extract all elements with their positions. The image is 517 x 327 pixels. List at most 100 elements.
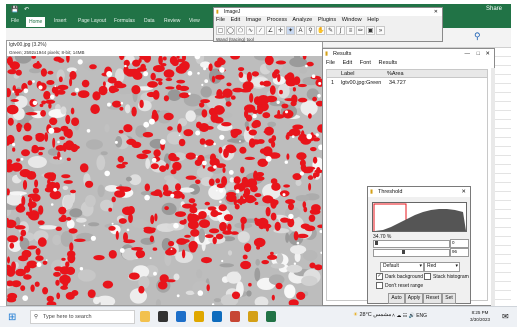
results-menu-results[interactable]: Results bbox=[379, 60, 398, 66]
threshold-overlay-blob bbox=[178, 92, 190, 99]
undo-icon[interactable]: ↶ bbox=[24, 6, 29, 13]
threshold-overlay-blob bbox=[233, 198, 237, 206]
minimize-icon[interactable]: — bbox=[465, 49, 471, 59]
menu-edit[interactable]: Edit bbox=[231, 17, 241, 23]
table-row[interactable]: 1 lgtv00.jpg:Green 34.727 bbox=[327, 79, 487, 87]
point-tool-icon[interactable]: ✛ bbox=[276, 26, 285, 35]
min-slider-thumb[interactable] bbox=[375, 241, 378, 245]
col-area[interactable]: %Area bbox=[387, 70, 404, 78]
tab-home[interactable]: Home bbox=[26, 17, 46, 27]
language-indicator[interactable]: ENG bbox=[416, 313, 427, 319]
threshold-overlay-blob bbox=[122, 161, 128, 165]
excel-taskbar-icon[interactable] bbox=[266, 311, 276, 322]
stack-histogram-checkbox[interactable]: Stack histogram bbox=[424, 273, 469, 281]
rectangle-tool-icon[interactable]: ▢ bbox=[216, 26, 225, 35]
search-icon[interactable]: ⚲ bbox=[474, 31, 481, 42]
menu-process[interactable]: Process bbox=[267, 17, 287, 23]
max-slider-thumb[interactable] bbox=[402, 250, 405, 254]
hand-tool-icon[interactable]: ✋ bbox=[316, 26, 325, 35]
dont-reset-checkbox[interactable]: Don't reset range bbox=[376, 282, 423, 290]
angle-tool-icon[interactable]: ∠ bbox=[266, 26, 275, 35]
results-menu-font[interactable]: Font bbox=[360, 60, 371, 66]
volume-icon[interactable]: 🔊 bbox=[409, 313, 415, 319]
file-explorer-icon[interactable] bbox=[194, 311, 204, 322]
taskbar-search[interactable]: ⚲ Type here to search bbox=[30, 310, 135, 324]
edge-icon[interactable] bbox=[176, 311, 186, 322]
line-tool-icon[interactable]: ∕ bbox=[256, 26, 265, 35]
cloud-icon[interactable]: ☁ bbox=[396, 313, 401, 319]
menu-window[interactable]: Window bbox=[342, 17, 362, 23]
tab-formulas[interactable]: Formulas bbox=[114, 18, 135, 24]
office-icon[interactable] bbox=[230, 311, 240, 322]
brush-tool-icon[interactable]: ✏ bbox=[356, 26, 365, 35]
threshold-overlay-blob bbox=[239, 146, 247, 154]
tab-insert[interactable]: Insert bbox=[54, 18, 67, 24]
menu-help[interactable]: Help bbox=[367, 17, 379, 23]
more-tools-icon[interactable]: » bbox=[376, 26, 385, 35]
maximize-icon[interactable]: □ bbox=[477, 49, 480, 59]
mango-app-icon[interactable] bbox=[140, 311, 150, 322]
save-icon[interactable]: 💾 bbox=[11, 6, 18, 13]
network-icon[interactable]: ☷ bbox=[403, 313, 407, 319]
mode-select[interactable]: Red ▾ bbox=[424, 262, 460, 272]
text-tool-icon[interactable]: A bbox=[296, 26, 305, 35]
close-icon[interactable]: ✕ bbox=[485, 49, 490, 59]
auto-button[interactable]: Auto bbox=[388, 293, 405, 304]
oval-tool-icon[interactable]: ◯ bbox=[226, 26, 235, 35]
thresholded-image[interactable] bbox=[7, 56, 322, 305]
checkbox-empty-icon bbox=[376, 282, 383, 289]
threshold-overlay-blob bbox=[178, 85, 190, 91]
menu-file[interactable]: File bbox=[216, 17, 225, 23]
min-slider[interactable] bbox=[373, 240, 450, 248]
threshold-overlay-blob bbox=[190, 229, 200, 237]
threshold-overlay-blob bbox=[250, 139, 261, 145]
lut-tool-icon[interactable]: ▣ bbox=[366, 26, 375, 35]
wand-tool-icon[interactable]: ✦ bbox=[286, 26, 295, 35]
threshold-overlay-blob bbox=[168, 240, 175, 247]
menu-plugins[interactable]: Plugins bbox=[318, 17, 336, 23]
tab-file[interactable]: File bbox=[11, 18, 19, 24]
min-value[interactable]: 0 bbox=[450, 239, 469, 248]
results-scrollbar[interactable] bbox=[491, 68, 495, 308]
tab-page-layout[interactable]: Page Layout bbox=[78, 18, 106, 24]
tab-data[interactable]: Data bbox=[144, 18, 155, 24]
threshold-overlay-blob bbox=[20, 285, 26, 291]
mail-icon[interactable] bbox=[212, 311, 222, 322]
weather-widget[interactable]: ☀ 28°C مشمس bbox=[353, 312, 391, 318]
freehand-tool-icon[interactable]: ∿ bbox=[246, 26, 255, 35]
imagej-taskbar-icon[interactable] bbox=[248, 311, 258, 322]
max-value[interactable]: 96 bbox=[450, 248, 469, 257]
tab-review[interactable]: Review bbox=[164, 18, 180, 24]
col-label[interactable]: Label bbox=[341, 70, 354, 78]
task-view-icon[interactable] bbox=[158, 311, 168, 322]
imagej-titlebar: ▮ ImageJ ✕ bbox=[214, 8, 442, 16]
windows-start-icon[interactable]: ⊞ bbox=[8, 312, 16, 323]
threshold-overlay-blob bbox=[139, 99, 144, 109]
set-button[interactable]: Set bbox=[442, 293, 456, 304]
stacks-tool-icon[interactable]: ≡ bbox=[346, 26, 355, 35]
apply-button[interactable]: Apply bbox=[405, 293, 423, 304]
stack-histogram-label: Stack histogram bbox=[433, 273, 469, 280]
dev-tool-icon[interactable]: ∫ bbox=[336, 26, 345, 35]
reset-button[interactable]: Reset bbox=[423, 293, 442, 304]
close-icon[interactable]: ✕ bbox=[434, 8, 438, 16]
max-slider[interactable] bbox=[373, 249, 450, 257]
dropper-tool-icon[interactable]: ✎ bbox=[326, 26, 335, 35]
tab-view[interactable]: View bbox=[189, 18, 200, 24]
zoom-tool-icon[interactable]: ⚲ bbox=[306, 26, 315, 35]
results-menu-edit[interactable]: Edit bbox=[343, 60, 353, 66]
threshold-overlay-blob bbox=[262, 112, 271, 119]
close-icon[interactable]: ✕ bbox=[461, 187, 466, 197]
share-button[interactable]: Share bbox=[486, 6, 502, 12]
tray-chevron-icon[interactable]: ˄ bbox=[392, 313, 395, 319]
threshold-overlay-blob bbox=[242, 192, 249, 199]
clock[interactable]: 8:25 PM 3/30/2023 bbox=[470, 309, 490, 323]
dark-background-checkbox[interactable]: ✓ Dark background bbox=[376, 273, 423, 281]
results-menu-file[interactable]: File bbox=[326, 60, 335, 66]
threshold-overlay-blob bbox=[70, 107, 75, 115]
polygon-tool-icon[interactable]: ⬠ bbox=[236, 26, 245, 35]
notification-icon[interactable]: ✉ bbox=[502, 312, 509, 321]
method-select[interactable]: Default ▾ bbox=[380, 262, 424, 272]
menu-analyze[interactable]: Analyze bbox=[292, 17, 312, 23]
menu-image[interactable]: Image bbox=[246, 17, 262, 23]
